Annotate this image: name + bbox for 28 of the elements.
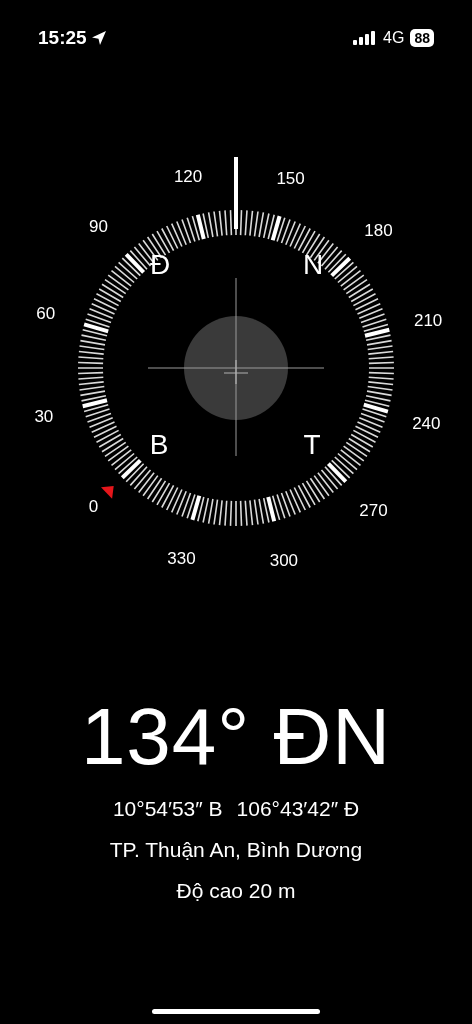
location-name: TP. Thuận An, Bình Dương bbox=[109, 837, 363, 863]
degree-label: 120 bbox=[173, 166, 203, 186]
network-type: 4G bbox=[383, 28, 405, 48]
battery-level: 88 bbox=[410, 29, 434, 47]
north-marker-icon bbox=[101, 486, 114, 499]
degree-label: 300 bbox=[269, 551, 299, 571]
cardinal-label: T bbox=[303, 429, 321, 460]
degree-label: 180 bbox=[364, 221, 393, 241]
elevation: Độ cao 20 m bbox=[176, 878, 296, 904]
degree-label: 210 bbox=[413, 311, 443, 331]
clock-time: 15:25 bbox=[38, 25, 87, 50]
coordinate: 106°43′42″ Đ bbox=[236, 796, 360, 822]
coordinate: 10°54′53″ B bbox=[112, 796, 223, 822]
degree-label: 0 bbox=[88, 496, 99, 516]
degree-label: 90 bbox=[89, 216, 108, 236]
heading-marker bbox=[234, 157, 238, 229]
cardinal-label: N bbox=[302, 249, 324, 280]
cardinal-label: Đ bbox=[149, 249, 171, 280]
degree-label: 240 bbox=[412, 413, 441, 433]
degree-label: 60 bbox=[36, 304, 56, 324]
degree-label: 30 bbox=[34, 406, 54, 426]
cardinal-label: B bbox=[149, 429, 169, 460]
degree-label: 150 bbox=[276, 168, 305, 188]
signal-icon bbox=[353, 31, 378, 45]
heading-reading: 134° ĐN bbox=[80, 692, 392, 782]
location-arrow-icon bbox=[90, 30, 107, 46]
degree-label: 270 bbox=[359, 501, 388, 521]
degree-label: 330 bbox=[167, 549, 196, 569]
